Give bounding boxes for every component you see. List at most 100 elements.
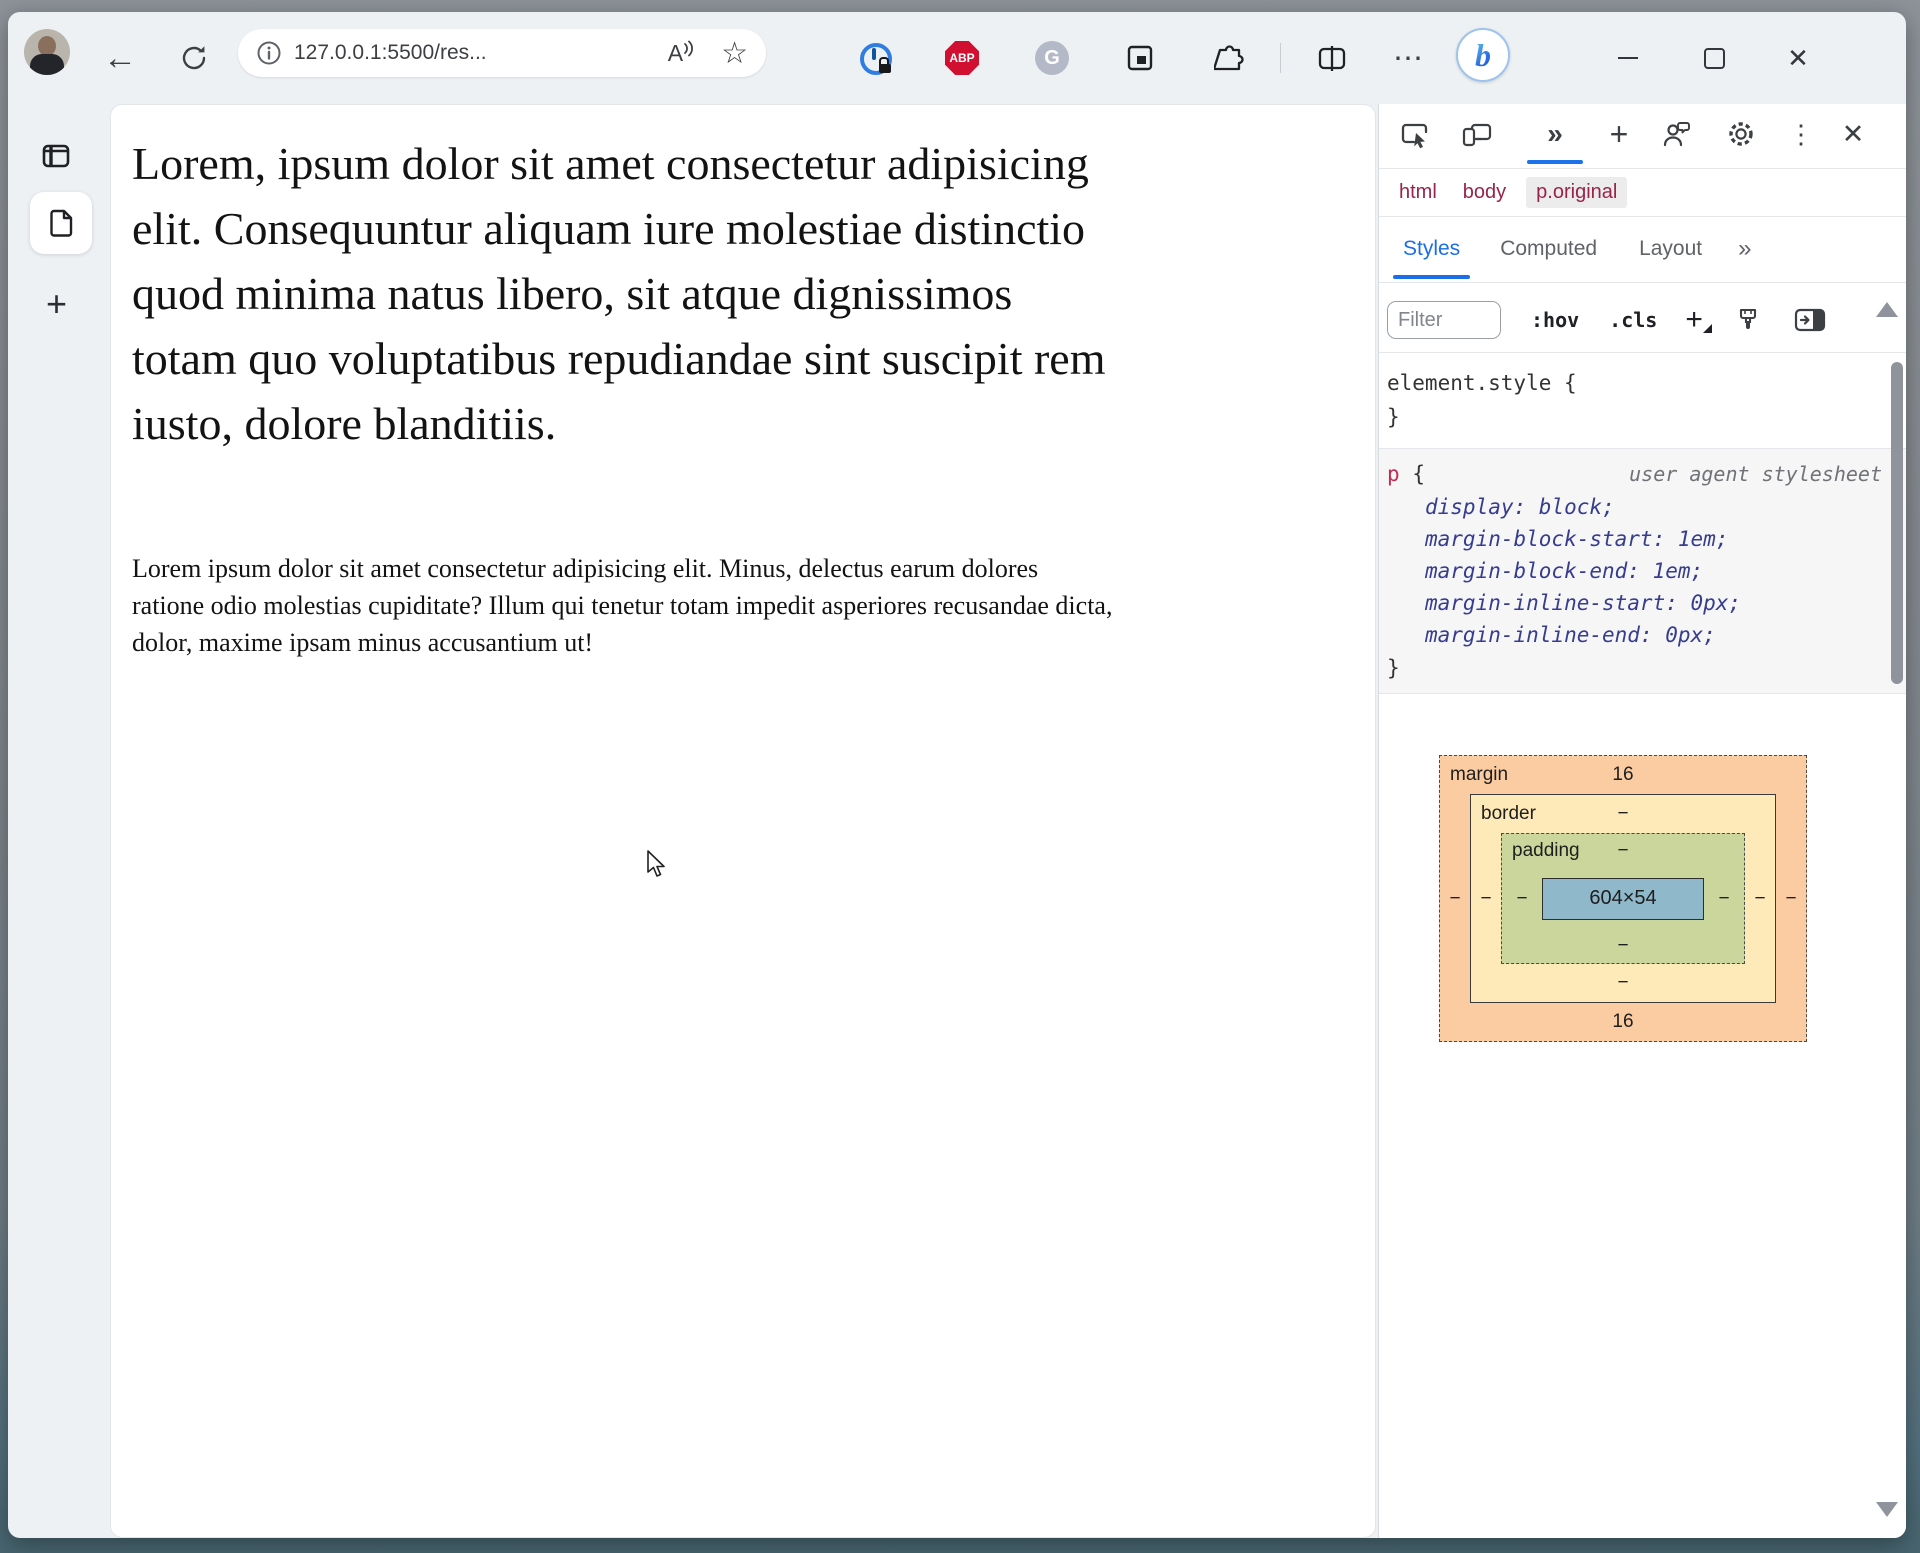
extensions-button[interactable] [1210, 12, 1250, 104]
padding-right-value[interactable]: − [1704, 888, 1744, 910]
user-agent-rule[interactable]: user agent stylesheet p { display: block… [1379, 448, 1906, 694]
tab-styles[interactable]: Styles [1403, 237, 1460, 261]
tab-actions-button[interactable] [40, 140, 72, 172]
collections-button[interactable] [1120, 12, 1160, 104]
body-paragraph: Lorem ipsum dolor sit amet consectetur a… [132, 550, 1112, 661]
avatar-head [38, 36, 56, 56]
minimize-icon [1618, 57, 1638, 59]
padding-bottom-value[interactable]: − [1617, 935, 1628, 957]
filter-input[interactable] [1387, 301, 1501, 339]
close-devtools-button[interactable]: ✕ [1831, 104, 1875, 164]
box-model-content[interactable]: 604×54 [1542, 878, 1704, 920]
padding-label: padding [1512, 840, 1580, 862]
bing-icon: b [1475, 37, 1491, 74]
split-screen-icon [1316, 42, 1348, 74]
grammarly-extension-button[interactable]: G [1032, 12, 1072, 104]
box-model-diagram[interactable]: margin 16 − border − − [1439, 755, 1807, 1042]
padding-top-value[interactable]: − [1617, 840, 1628, 862]
new-style-rule-button[interactable]: + [1685, 305, 1703, 335]
favorite-star-icon[interactable]: ☆ [721, 36, 748, 71]
more-panels-button[interactable]: » [1529, 104, 1581, 164]
content-size: 604×54 [1589, 887, 1656, 910]
read-aloud-button[interactable]: A [668, 40, 695, 67]
breadcrumb-selected[interactable]: p.original [1526, 177, 1627, 208]
pseudo-state-toggle[interactable]: :hov [1531, 308, 1579, 332]
puzzle-icon [1214, 42, 1246, 74]
margin-top-value[interactable]: 16 [1612, 764, 1633, 786]
bing-chat-button[interactable]: b [1456, 28, 1510, 82]
brace-close: } [1387, 651, 1906, 685]
scrollbar-thumb[interactable] [1891, 362, 1903, 684]
add-panel-button[interactable]: + [1597, 104, 1641, 164]
split-screen-button[interactable] [1312, 12, 1352, 104]
adblock-extension-button[interactable]: ABP [942, 12, 982, 104]
styles-filter-bar: :hov .cls + [1379, 288, 1906, 353]
refresh-icon [179, 43, 209, 73]
css-declaration[interactable]: margin-inline-end: 0px; [1387, 619, 1906, 651]
device-emulation-icon [1460, 118, 1494, 150]
scrollbar-up-arrow[interactable] [1876, 302, 1898, 317]
computed-sidebar-toggle-button[interactable] [1793, 305, 1827, 335]
tabs-overflow-button[interactable]: » [1738, 235, 1751, 263]
device-toolbar-button[interactable] [1457, 104, 1497, 164]
tab-layout[interactable]: Layout [1639, 237, 1702, 261]
body-line: ratione odio molestias cupiditate? Illum… [132, 587, 1112, 624]
css-declaration[interactable]: display: block; [1387, 491, 1906, 523]
address-bar[interactable]: 127.0.0.1:5500/res... A ☆ [238, 29, 766, 77]
border-top-value[interactable]: − [1617, 803, 1628, 825]
site-info-icon[interactable] [256, 40, 282, 66]
lead-line: elit. Consequuntur aliquam iure molestia… [132, 196, 1106, 261]
lead-line: quod minima natus libero, sit atque dign… [132, 261, 1106, 326]
page-icon [44, 206, 78, 240]
collections-icon [1124, 42, 1156, 74]
rendering-emulation-button[interactable] [1733, 305, 1763, 335]
lead-line: iusto, dolore blanditiis. [132, 391, 1106, 456]
border-right-value[interactable]: − [1745, 833, 1775, 964]
breadcrumb-body[interactable]: body [1457, 177, 1512, 208]
border-left-value[interactable]: − [1471, 833, 1501, 964]
padding-left-value[interactable]: − [1502, 888, 1542, 910]
element-style-rule[interactable]: element.style { } [1379, 352, 1906, 444]
lead-line: totam quo voluptatibus repudiandae sint … [132, 326, 1106, 391]
desktop: { "browser": { "url_text": "127.0.0.1:55… [0, 0, 1920, 1553]
box-model-padding: padding − − 604×54 − [1501, 833, 1745, 964]
url-text[interactable]: 127.0.0.1:5500/res... [294, 41, 487, 65]
devtools-settings-button[interactable] [1719, 104, 1763, 164]
active-tab-button[interactable] [30, 192, 92, 254]
lead-line: Lorem, ipsum dolor sit amet consectetur … [132, 131, 1106, 196]
body-line: Lorem ipsum dolor sit amet consectetur a… [132, 550, 1112, 587]
refresh-button[interactable] [174, 12, 214, 104]
brace-open: { [1564, 371, 1577, 395]
css-declaration[interactable]: margin-block-start: 1em; [1387, 523, 1906, 555]
settings-more-button[interactable]: ⋯ [1386, 12, 1432, 104]
close-window-button[interactable]: ✕ [1776, 12, 1820, 104]
css-declaration[interactable]: margin-block-end: 1em; [1387, 555, 1906, 587]
margin-right-value[interactable]: − [1776, 794, 1806, 1003]
feedback-button[interactable] [1655, 104, 1699, 164]
margin-label: margin [1450, 764, 1508, 786]
maximize-button[interactable] [1692, 12, 1736, 104]
box-model-margin: margin 16 − border − − [1439, 755, 1807, 1042]
border-bottom-value[interactable]: − [1617, 972, 1628, 994]
toolbar-divider [1280, 43, 1281, 73]
breadcrumb-html[interactable]: html [1393, 177, 1443, 208]
devtools-more-button[interactable]: ⋮ [1781, 104, 1821, 164]
adblock-icon: ABP [945, 41, 979, 75]
minimize-button[interactable] [1606, 12, 1650, 104]
css-declaration[interactable]: margin-inline-start: 0px; [1387, 587, 1906, 619]
scrollbar-down-arrow[interactable] [1876, 1502, 1898, 1517]
panel-toggle-icon [1793, 305, 1827, 335]
body-line: dolor, maxime ipsam minus accusantium ut… [132, 624, 1112, 661]
margin-left-value[interactable]: − [1440, 794, 1470, 1003]
back-button[interactable]: ← [100, 12, 140, 104]
privacy-extension-button[interactable] [856, 12, 896, 104]
tab-computed[interactable]: Computed [1500, 237, 1597, 261]
read-aloud-icon: A [668, 40, 683, 67]
profile-avatar[interactable] [24, 29, 70, 75]
class-toggle[interactable]: .cls [1609, 308, 1657, 332]
margin-bottom-value[interactable]: 16 [1612, 1011, 1633, 1033]
inspect-element-button[interactable] [1395, 104, 1435, 164]
border-label: border [1481, 803, 1536, 825]
new-tab-button[interactable]: + [46, 286, 67, 322]
page-viewport: Lorem, ipsum dolor sit amet consectetur … [110, 104, 1376, 1538]
